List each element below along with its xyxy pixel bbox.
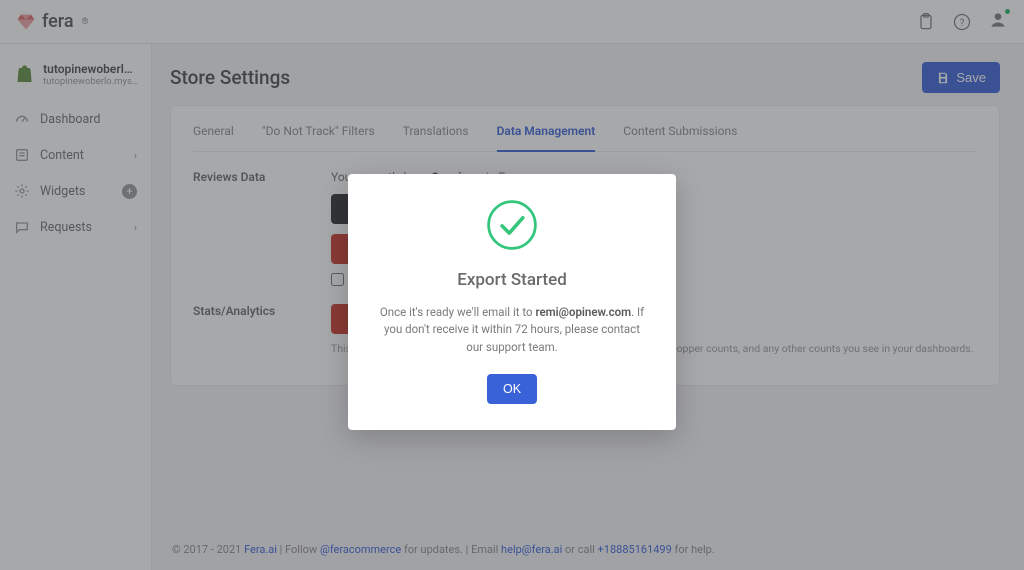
modal-overlay[interactable]: Export Started Once it's ready we'll ema…: [0, 0, 1024, 570]
modal-text: Once it's ready we'll email it to remi@o…: [376, 304, 648, 356]
modal-title: Export Started: [376, 270, 648, 290]
export-started-modal: Export Started Once it's ready we'll ema…: [348, 174, 676, 430]
modal-email: remi@opinew.com: [535, 305, 631, 319]
button-label: OK: [503, 382, 521, 396]
modal-ok-button[interactable]: OK: [487, 374, 537, 404]
success-check-icon: [485, 198, 539, 252]
